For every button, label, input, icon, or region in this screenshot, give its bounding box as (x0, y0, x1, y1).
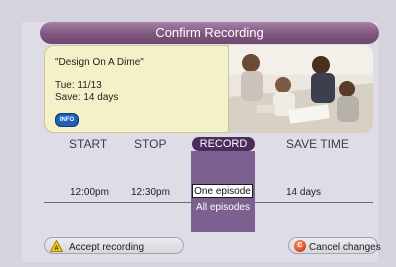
start-column-header: START (69, 137, 108, 151)
program-save-duration: Save: 14 days (55, 92, 119, 103)
option-all-episodes[interactable]: All episodes (192, 201, 254, 215)
stop-time-value[interactable]: 12:30pm (131, 187, 170, 198)
save-time-column-header: SAVE TIME (286, 137, 349, 151)
program-thumbnail (229, 45, 373, 133)
program-date: Tue: 11/13 (55, 80, 102, 91)
start-time-value[interactable]: 12:00pm (70, 187, 109, 198)
program-info-panel: "Design On A Dime" Tue: 11/13 Save: 14 d… (44, 45, 229, 133)
circle-c-icon: C (294, 240, 306, 252)
save-time-value[interactable]: 14 days (286, 187, 321, 198)
record-column-header[interactable]: RECORD (192, 137, 255, 151)
divider-line-left (44, 202, 191, 203)
accept-recording-label: Accept recording (69, 242, 145, 253)
accept-key-letter: A (54, 246, 59, 252)
cancel-changes-label: Cancel changes (309, 242, 381, 253)
triangle-a-icon: A (50, 240, 63, 252)
page-title: Confirm Recording (40, 22, 379, 44)
info-button[interactable]: INFO (55, 113, 79, 127)
option-one-episode[interactable]: One episode (192, 184, 253, 198)
stop-column-header: STOP (134, 137, 167, 151)
thumbnail-image (229, 45, 373, 133)
divider-line-right (255, 202, 373, 203)
program-title: "Design On A Dime" (55, 57, 144, 68)
